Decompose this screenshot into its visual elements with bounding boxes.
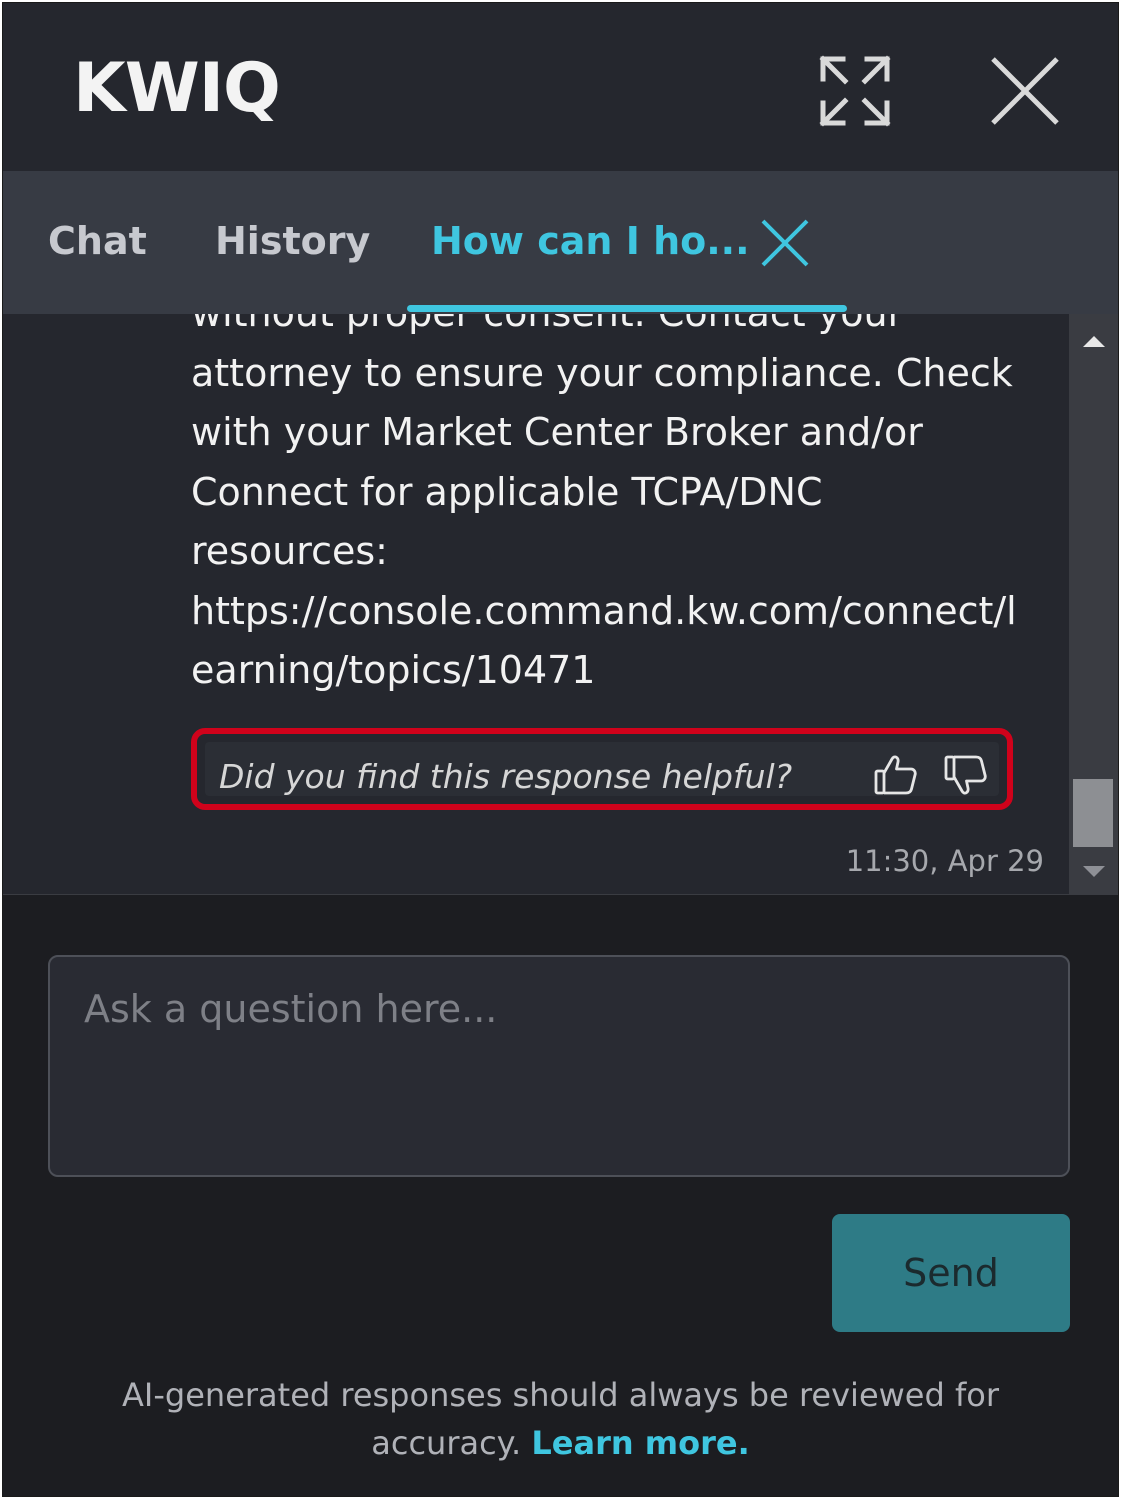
message-line: with your Market Center Broker and/or <box>191 410 923 454</box>
close-panel-button[interactable] <box>983 49 1067 133</box>
scrollbar-thumb[interactable] <box>1073 779 1113 847</box>
expand-arrows-icon <box>819 55 891 127</box>
divider <box>3 894 1118 895</box>
message-link-line[interactable]: https://console.command.kw.com/connect/l <box>191 582 1041 642</box>
tab-chat[interactable]: Chat <box>48 219 147 263</box>
ai-disclaimer: AI-generated responses should always be … <box>43 1371 1078 1467</box>
thumbs-up-button[interactable] <box>873 752 919 798</box>
feedback-prompt: Did you find this response helpful? <box>219 757 793 796</box>
thumbs-down-icon <box>944 755 987 795</box>
close-icon <box>991 57 1059 125</box>
panel-header: KWIQ <box>3 3 1118 171</box>
message-line: resources: <box>191 529 388 573</box>
message-thread: without proper consent. Contact your att… <box>3 314 1118 894</box>
close-icon <box>761 219 809 267</box>
thumbs-down-button[interactable] <box>943 752 989 798</box>
scroll-down-arrow-icon[interactable] <box>1083 866 1105 877</box>
learn-more-link[interactable]: Learn more. <box>531 1424 749 1462</box>
feedback-highlight: Did you find this response helpful? <box>191 728 1013 810</box>
assistant-message: without proper consent. Contact your att… <box>191 314 1041 701</box>
message-scrollbar[interactable] <box>1069 314 1118 894</box>
message-line: without proper consent. Contact your <box>191 314 1041 344</box>
thumbs-up-icon <box>874 755 917 795</box>
close-tab-button[interactable] <box>759 217 811 269</box>
message-link-line[interactable]: earning/topics/10471 <box>191 641 1041 701</box>
message-timestamp: 11:30, Apr 29 <box>845 844 1044 878</box>
app-title: KWIQ <box>73 49 281 128</box>
active-tab-indicator <box>407 305 847 312</box>
send-button[interactable]: Send <box>832 1214 1070 1332</box>
feedback-bar: Did you find this response helpful? <box>205 742 999 796</box>
expand-button[interactable] <box>813 49 897 133</box>
chat-panel: KWIQ Chat History How can I ho... attorn… <box>2 2 1119 1497</box>
tab-current-conversation[interactable]: How can I ho... <box>431 219 750 263</box>
tab-history[interactable]: History <box>215 219 370 263</box>
scroll-up-arrow-icon[interactable] <box>1083 336 1105 347</box>
message-line: Connect for applicable TCPA/DNC <box>191 469 823 514</box>
question-input[interactable] <box>48 955 1070 1177</box>
message-line: attorney to ensure your compliance. Chec… <box>191 350 1013 395</box>
tab-bar: Chat History How can I ho... <box>3 171 1118 314</box>
